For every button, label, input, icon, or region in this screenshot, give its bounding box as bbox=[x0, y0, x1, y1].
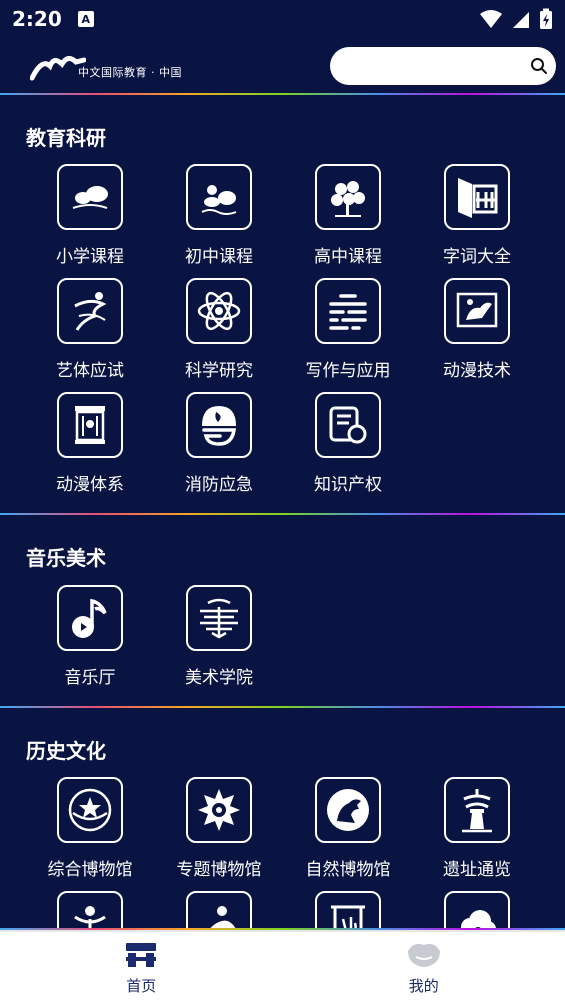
tile-label: 动漫体系 bbox=[56, 475, 124, 495]
dinosaur-icon[interactable] bbox=[315, 777, 381, 843]
search-input[interactable] bbox=[330, 47, 530, 85]
home-icon[interactable] bbox=[124, 941, 158, 969]
chat-bubbles-icon[interactable] bbox=[57, 164, 123, 230]
emblem-icon[interactable] bbox=[57, 777, 123, 843]
nav-home-label: 首页 bbox=[126, 976, 157, 995]
tile-label: 小学课程 bbox=[56, 247, 124, 267]
battery-icon bbox=[540, 8, 552, 29]
tile-label: 遗址通览 bbox=[443, 860, 511, 880]
tile-dictionary[interactable]: 字词大全 bbox=[412, 164, 542, 278]
snowflake-badge-icon[interactable] bbox=[186, 777, 252, 843]
tile-site-overview[interactable]: 遗址通览 bbox=[412, 777, 542, 891]
certificate-icon[interactable] bbox=[315, 392, 381, 458]
text-lines-icon[interactable] bbox=[315, 278, 381, 344]
atom-icon[interactable] bbox=[186, 278, 252, 344]
status-bar: 2:20 A bbox=[0, 0, 565, 38]
signal-icon bbox=[513, 12, 529, 28]
section-title-music-art: 音乐美术 bbox=[26, 546, 106, 570]
tile-label: 自然博物馆 bbox=[305, 860, 391, 880]
brand-logo: 中文国际教育 · 中国 bbox=[30, 52, 182, 82]
section-divider bbox=[0, 513, 565, 515]
tile-label: 消防应急 bbox=[185, 475, 253, 495]
pagoda-icon[interactable] bbox=[444, 777, 510, 843]
music-note-icon[interactable] bbox=[57, 585, 123, 651]
tile-label: 写作与应用 bbox=[305, 361, 391, 381]
logo-text: 中文国际教育 · 中国 bbox=[78, 66, 182, 79]
tile-label: 艺体应试 bbox=[56, 361, 124, 381]
dancer-icon[interactable] bbox=[57, 278, 123, 344]
tile-junior-course[interactable]: 初中课程 bbox=[154, 164, 284, 278]
fire-helmet-icon[interactable] bbox=[186, 392, 252, 458]
tile-intellectual-property[interactable]: 知识产权 bbox=[283, 392, 413, 506]
nav-profile[interactable]: 我的 bbox=[283, 932, 565, 1004]
tile-label: 科学研究 bbox=[185, 361, 253, 381]
tile-natural-museum[interactable]: 自然博物馆 bbox=[283, 777, 413, 891]
header-divider bbox=[0, 93, 565, 95]
app-notification-icon: A bbox=[77, 11, 94, 27]
nav-home[interactable]: 首页 bbox=[0, 932, 283, 1004]
tile-science[interactable]: 科学研究 bbox=[154, 278, 284, 392]
section-title-education: 教育科研 bbox=[26, 126, 106, 150]
book-dictionary-icon[interactable] bbox=[444, 164, 510, 230]
tile-label: 高中课程 bbox=[314, 247, 382, 267]
group-chat-icon[interactable] bbox=[186, 164, 252, 230]
tile-label: 专题博物馆 bbox=[176, 860, 262, 880]
tile-label: 综合博物馆 bbox=[47, 860, 133, 880]
section-title-history-culture: 历史文化 bbox=[26, 739, 106, 763]
search-bar[interactable] bbox=[330, 47, 556, 85]
ornament-icon[interactable] bbox=[186, 585, 252, 651]
tile-thematic-museum[interactable]: 专题博物馆 bbox=[154, 777, 284, 891]
tile-label: 美术学院 bbox=[185, 668, 253, 688]
search-icon[interactable] bbox=[530, 57, 548, 75]
tile-general-museum[interactable]: 综合博物馆 bbox=[25, 777, 155, 891]
tile-animation-tech[interactable]: 动漫技术 bbox=[412, 278, 542, 392]
tile-concert-hall[interactable]: 音乐厅 bbox=[25, 585, 155, 699]
tile-primary-course[interactable]: 小学课程 bbox=[25, 164, 155, 278]
bottom-navigation: 首页 我的 bbox=[0, 930, 565, 1004]
tile-label: 初中课程 bbox=[185, 247, 253, 267]
animation-frame-icon[interactable] bbox=[444, 278, 510, 344]
tile-label: 动漫技术 bbox=[443, 361, 511, 381]
tile-writing[interactable]: 写作与应用 bbox=[283, 278, 413, 392]
tile-senior-course[interactable]: 高中课程 bbox=[283, 164, 413, 278]
tile-animation-system[interactable]: 动漫体系 bbox=[25, 392, 155, 506]
app-header: 中文国际教育 · 中国 bbox=[0, 38, 565, 94]
tree-icon[interactable] bbox=[315, 164, 381, 230]
status-time: 2:20 bbox=[12, 7, 62, 31]
tile-fire-emergency[interactable]: 消防应急 bbox=[154, 392, 284, 506]
wifi-icon bbox=[480, 10, 502, 28]
tile-art-academy[interactable]: 美术学院 bbox=[154, 585, 284, 699]
tile-label: 知识产权 bbox=[314, 475, 382, 495]
section-divider bbox=[0, 706, 565, 708]
nav-profile-label: 我的 bbox=[408, 976, 439, 995]
tile-arts-sports[interactable]: 艺体应试 bbox=[25, 278, 155, 392]
lantern-icon[interactable] bbox=[57, 392, 123, 458]
tile-label: 字词大全 bbox=[443, 247, 511, 267]
profile-icon[interactable] bbox=[406, 941, 442, 969]
tile-label: 音乐厅 bbox=[64, 668, 116, 688]
